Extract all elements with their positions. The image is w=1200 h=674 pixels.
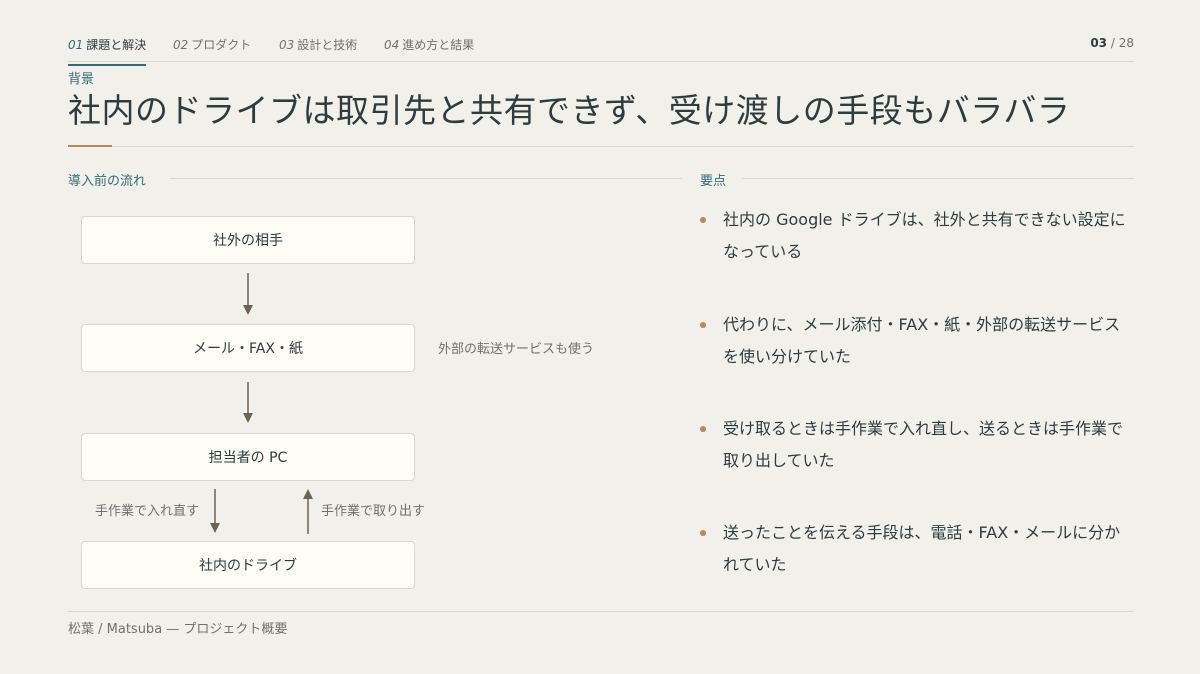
flow-label-reenter: 手作業で入れ直す xyxy=(95,504,200,519)
arrow-down-2-head xyxy=(243,413,253,423)
points-heading: 要点 xyxy=(700,174,727,189)
flow-heading-rule xyxy=(170,178,682,179)
bullet-dot xyxy=(700,426,706,432)
tab-label: 設計と技術 xyxy=(297,38,358,52)
flow-box-external-party: 社外の相手 xyxy=(81,216,415,264)
key-point: 代わりに、メール添付・FAX・紙・外部の転送サービスを使い分けていた xyxy=(700,309,1130,373)
flow-heading: 導入前の流れ xyxy=(68,174,147,189)
page-total: / 28 xyxy=(1110,36,1134,50)
footer-text: 松葉 / Matsuba — プロジェクト概要 xyxy=(68,622,288,637)
bullet-dot xyxy=(700,530,706,536)
section-nav: 01 課題と解決 02 プロダクト 03 設計と技術 04 進め方と結果 03 / 28 xyxy=(68,34,1134,66)
tab-label: 進め方と結果 xyxy=(402,38,475,52)
key-point: 社内の Google ドライブは、社外と共有できない設定になっている xyxy=(700,204,1130,268)
tab-number: 04 xyxy=(384,38,400,52)
arrow-up-1-head xyxy=(303,489,313,499)
tab-number: 01 xyxy=(68,38,84,52)
tab-number: 02 xyxy=(173,38,189,52)
arrow-down-3-head xyxy=(210,523,220,533)
points-heading-rule xyxy=(742,178,1134,179)
flow-box-mail-fax-paper: メール・FAX・紙 xyxy=(81,324,415,372)
page-counter: 03 / 28 xyxy=(1090,36,1134,50)
tab-number: 03 xyxy=(279,38,295,52)
tab-process-results[interactable]: 04 進め方と結果 xyxy=(384,36,474,64)
flow-side-note: 外部の転送サービスも使う xyxy=(438,342,595,357)
tab-issues-solution[interactable]: 01 課題と解決 xyxy=(68,36,147,66)
key-point-text: 送ったことを伝える手段は、電話・FAX・メールに分かれていた xyxy=(723,523,1121,574)
arrow-down-1-head xyxy=(243,305,253,315)
page-title: 社内のドライブは取引先と共有できず、受け渡しの手段もバラバラ xyxy=(68,91,1071,130)
flow-box-internal-drive: 社内のドライブ xyxy=(81,541,415,589)
bullet-dot xyxy=(700,217,706,223)
key-point-text: 社内の Google ドライブは、社外と共有できない設定になっている xyxy=(723,210,1126,261)
title-divider xyxy=(68,146,1134,147)
footer-divider xyxy=(68,611,1134,612)
title-accent-bar xyxy=(68,145,112,147)
tab-label: 課題と解決 xyxy=(86,38,147,52)
key-point: 送ったことを伝える手段は、電話・FAX・メールに分かれていた xyxy=(700,517,1130,581)
page-current: 03 xyxy=(1090,36,1108,50)
bullet-dot xyxy=(700,322,706,328)
flow-box-staff-pc: 担当者の PC xyxy=(81,433,415,481)
key-point: 受け取るときは手作業で入れ直し、送るときは手作業で取り出していた xyxy=(700,413,1130,477)
tab-label: プロダクト xyxy=(191,38,252,52)
key-point-text: 受け取るときは手作業で入れ直し、送るときは手作業で取り出していた xyxy=(723,419,1124,470)
tab-product[interactable]: 02 プロダクト xyxy=(173,36,251,64)
flow-label-extract: 手作業で取り出す xyxy=(321,504,426,519)
tab-design-tech[interactable]: 03 設計と技術 xyxy=(279,36,357,64)
key-point-text: 代わりに、メール添付・FAX・紙・外部の転送サービスを使い分けていた xyxy=(723,315,1121,366)
